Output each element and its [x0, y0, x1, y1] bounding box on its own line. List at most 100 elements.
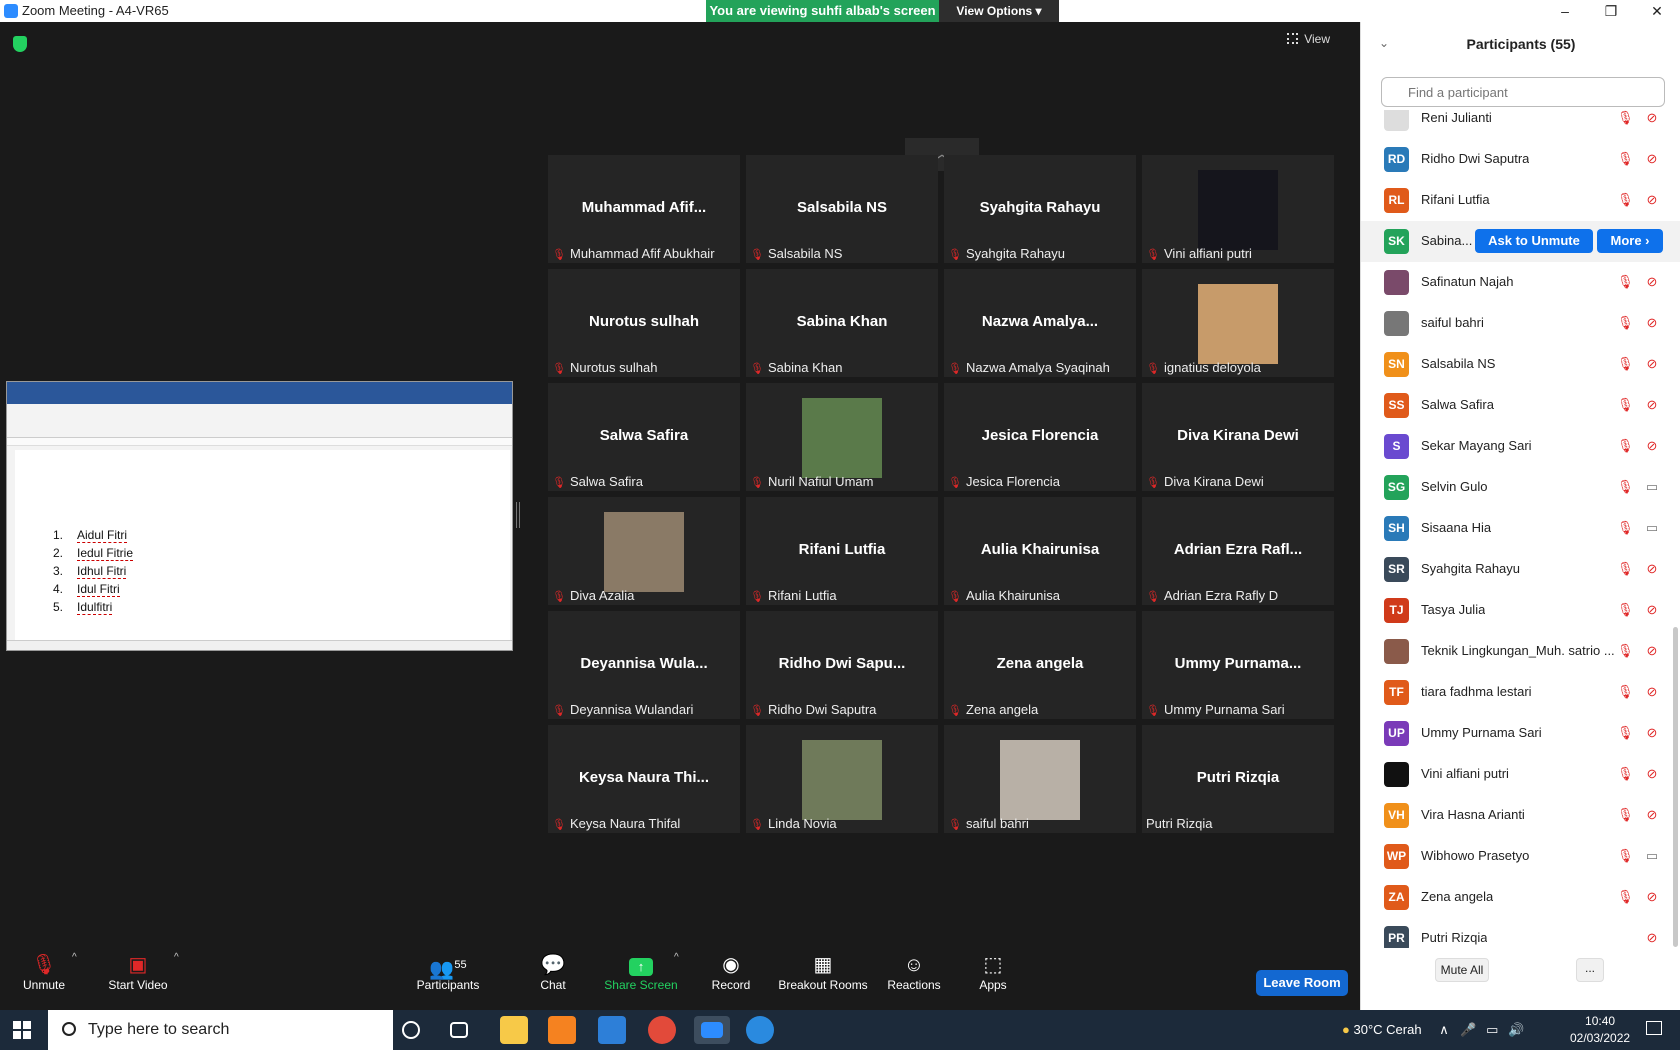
- participant-row[interactable]: SR Syahgita Rahayu 🎙 ⊘: [1361, 549, 1680, 590]
- video-tile[interactable]: Salsabila NS 🎙 Salsabila NS: [746, 155, 938, 263]
- video-off-icon[interactable]: ⊘: [1643, 110, 1661, 126]
- view-button[interactable]: View: [1287, 32, 1330, 46]
- participant-row[interactable]: UP Ummy Purnama Sari 🎙 ⊘: [1361, 713, 1680, 754]
- participant-row[interactable]: RL Rifani Lutfia 🎙 ⊘: [1361, 180, 1680, 221]
- muted-mic-icon[interactable]: 🎙: [1617, 766, 1634, 782]
- video-tile[interactable]: Keysa Naura Thi... 🎙 Keysa Naura Thifal: [548, 725, 740, 833]
- video-tile[interactable]: Zena angela 🎙 Zena angela: [944, 611, 1136, 719]
- video-tile[interactable]: 🎙 ignatius deloyola: [1142, 269, 1334, 377]
- participant-list-scrollbar[interactable]: [1673, 627, 1678, 947]
- video-tile[interactable]: Putri Rizqia Putri Rizqia: [1142, 725, 1334, 833]
- video-off-icon[interactable]: ⊘: [1643, 807, 1661, 823]
- muted-mic-icon[interactable]: 🎙: [1617, 110, 1634, 126]
- shared-screen[interactable]: 1. Aidul Fitri 2. Iedul Fitrie 3. Idhul Fitri…: [6, 381, 513, 651]
- participant-row[interactable]: ZA Zena angela 🎙 ⊘: [1361, 877, 1680, 918]
- video-off-icon[interactable]: ⊘: [1643, 930, 1661, 946]
- video-tile[interactable]: Salwa Safira 🎙 Salwa Safira: [548, 383, 740, 491]
- video-tile[interactable]: Aulia Khairunisa 🎙 Aulia Khairunisa: [944, 497, 1136, 605]
- video-off-icon[interactable]: ⊘: [1643, 889, 1661, 905]
- video-tile[interactable]: Ummy Purnama... 🎙 Ummy Purnama Sari: [1142, 611, 1334, 719]
- record-button[interactable]: ◉ Record: [710, 952, 752, 992]
- muted-mic-icon[interactable]: 🎙: [1617, 274, 1634, 290]
- unmute-button[interactable]: 🎙 Unmute: [20, 952, 68, 992]
- start-video-button[interactable]: ▣ Start Video: [100, 952, 176, 992]
- video-off-icon[interactable]: ⊘: [1643, 684, 1661, 700]
- video-off-icon[interactable]: ⊘: [1643, 274, 1661, 290]
- video-icon[interactable]: ▭: [1643, 479, 1661, 495]
- zoom-taskbar-icon[interactable]: [694, 1016, 730, 1044]
- muted-mic-icon[interactable]: 🎙: [1617, 889, 1634, 905]
- participant-row[interactable]: Reni Julianti 🎙 ⊘: [1361, 110, 1680, 139]
- video-tile[interactable]: Jesica Florencia 🎙 Jesica Florencia: [944, 383, 1136, 491]
- muted-mic-icon[interactable]: 🎙: [1617, 725, 1634, 741]
- video-tile[interactable]: 🎙 Nuril Nafiul Umam: [746, 383, 938, 491]
- weather-text[interactable]: 30°C Cerah: [1353, 1022, 1421, 1037]
- muted-mic-icon[interactable]: 🎙: [1617, 397, 1634, 413]
- muted-mic-icon[interactable]: 🎙: [1617, 356, 1634, 372]
- video-tile[interactable]: Nurotus sulhah 🎙 Nurotus sulhah: [548, 269, 740, 377]
- video-off-icon[interactable]: ⊘: [1643, 602, 1661, 618]
- video-off-icon[interactable]: ⊘: [1643, 397, 1661, 413]
- notification-icon[interactable]: [1646, 1021, 1662, 1035]
- network-icon[interactable]: ▭: [1486, 1022, 1498, 1037]
- volume-icon[interactable]: 🔊: [1508, 1022, 1524, 1037]
- participant-row[interactable]: S Sekar Mayang Sari 🎙 ⊘: [1361, 426, 1680, 467]
- muted-mic-icon[interactable]: 🎙: [1617, 479, 1634, 495]
- breakout-rooms-button[interactable]: ▦ Breakout Rooms: [778, 952, 868, 992]
- video-off-icon[interactable]: ⊘: [1643, 192, 1661, 208]
- video-tile[interactable]: Deyannisa Wula... 🎙 Deyannisa Wulandari: [548, 611, 740, 719]
- video-off-icon[interactable]: ⊘: [1643, 315, 1661, 331]
- muted-mic-icon[interactable]: 🎙: [1617, 643, 1634, 659]
- video-tile[interactable]: Ridho Dwi Sapu... 🎙 Ridho Dwi Saputra: [746, 611, 938, 719]
- participant-row[interactable]: TF tiara fadhma lestari 🎙 ⊘: [1361, 672, 1680, 713]
- participant-row[interactable]: Vini alfiani putri 🎙 ⊘: [1361, 754, 1680, 795]
- video-icon[interactable]: ▭: [1643, 848, 1661, 864]
- muted-mic-icon[interactable]: 🎙: [1617, 151, 1634, 167]
- muted-mic-icon[interactable]: 🎙: [1617, 315, 1634, 331]
- ask-to-unmute-button[interactable]: Ask to Unmute: [1475, 229, 1593, 253]
- tray-chevron-icon[interactable]: ∧: [1439, 1022, 1449, 1037]
- video-off-icon[interactable]: ⊘: [1643, 725, 1661, 741]
- minimize-button[interactable]: –: [1542, 0, 1588, 22]
- taskbar-search-box[interactable]: Type here to search: [48, 1010, 393, 1050]
- video-tile[interactable]: 🎙 Diva Azalia: [548, 497, 740, 605]
- muted-mic-icon[interactable]: 🎙: [1617, 438, 1634, 454]
- participant-row[interactable]: TJ Tasya Julia 🎙 ⊘: [1361, 590, 1680, 631]
- share-options-caret[interactable]: ^: [674, 952, 679, 963]
- file-explorer-icon[interactable]: [500, 1016, 528, 1044]
- close-button[interactable]: ✕: [1634, 0, 1680, 22]
- video-tile[interactable]: Rifani Lutfia 🎙 Rifani Lutfia: [746, 497, 938, 605]
- chrome-icon[interactable]: [648, 1016, 676, 1044]
- muted-mic-icon[interactable]: 🎙: [1617, 684, 1634, 700]
- participant-row[interactable]: RD Ridho Dwi Saputra 🎙 ⊘: [1361, 139, 1680, 180]
- participant-row[interactable]: SG Selvin Gulo 🎙 ▭: [1361, 467, 1680, 508]
- participant-row[interactable]: WP Wibhowo Prasetyo 🎙 ▭: [1361, 836, 1680, 877]
- video-icon[interactable]: ▭: [1643, 520, 1661, 536]
- mute-all-button[interactable]: Mute All: [1435, 958, 1489, 982]
- video-tile[interactable]: Nazwa Amalya... 🎙 Nazwa Amalya Syaqinah: [944, 269, 1136, 377]
- video-off-icon[interactable]: ⊘: [1643, 766, 1661, 782]
- leave-room-button[interactable]: Leave Room: [1256, 970, 1348, 996]
- participant-row[interactable]: SS Salwa Safira 🎙 ⊘: [1361, 385, 1680, 426]
- apps-button[interactable]: ⬚ Apps: [978, 952, 1008, 992]
- participant-row[interactable]: VH Vira Hasna Arianti 🎙 ⊘: [1361, 795, 1680, 836]
- video-tile[interactable]: Syahgita Rahayu 🎙 Syahgita Rahayu: [944, 155, 1136, 263]
- teamviewer-icon[interactable]: [746, 1016, 774, 1044]
- cortana-icon[interactable]: [402, 1021, 420, 1039]
- participant-row[interactable]: SH Sisaana Hia 🎙 ▭: [1361, 508, 1680, 549]
- video-tile[interactable]: Diva Kirana Dewi 🎙 Diva Kirana Dewi: [1142, 383, 1334, 491]
- video-tile[interactable]: Adrian Ezra Rafl... 🎙 Adrian Ezra Rafly D: [1142, 497, 1334, 605]
- more-options-button[interactable]: ...: [1576, 958, 1604, 982]
- video-tile[interactable]: 🎙 Linda Novia: [746, 725, 938, 833]
- muted-mic-icon[interactable]: 🎙: [1617, 807, 1634, 823]
- video-tile[interactable]: Muhammad Afif... 🎙 Muhammad Afif Abukhair: [548, 155, 740, 263]
- maximize-button[interactable]: ❐: [1588, 0, 1634, 22]
- video-off-icon[interactable]: ⊘: [1643, 438, 1661, 454]
- participant-row[interactable]: SN Salsabila NS 🎙 ⊘: [1361, 344, 1680, 385]
- view-options-button[interactable]: View Options ▾: [939, 0, 1059, 22]
- audio-options-caret[interactable]: ^: [72, 952, 77, 963]
- video-tile[interactable]: Sabina Khan 🎙 Sabina Khan: [746, 269, 938, 377]
- share-screen-button[interactable]: ↑ Share Screen: [604, 952, 678, 992]
- task-view-icon[interactable]: [450, 1022, 468, 1038]
- participant-row[interactable]: Safinatun Najah 🎙 ⊘: [1361, 262, 1680, 303]
